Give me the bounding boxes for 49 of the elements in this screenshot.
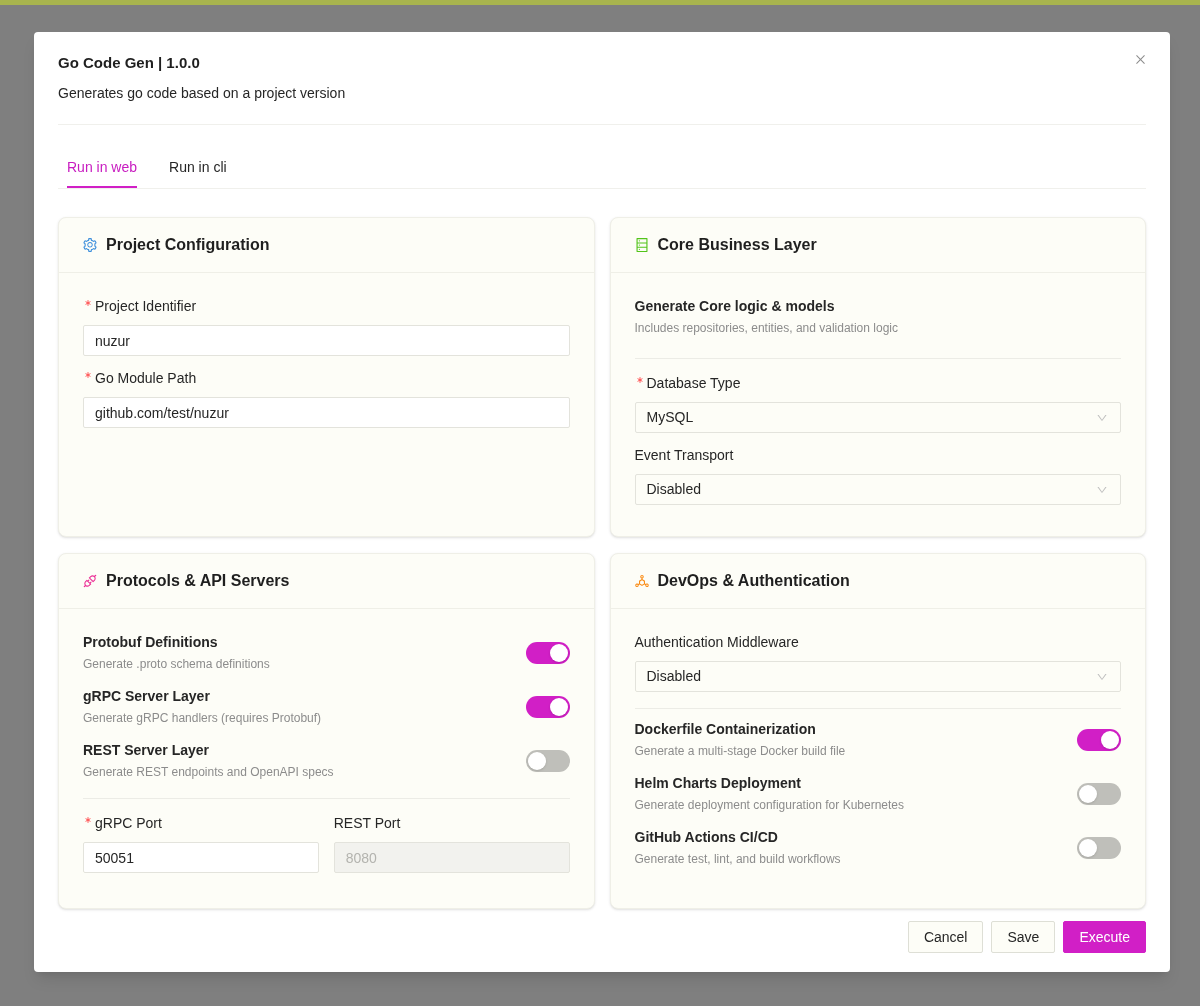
field-label: REST Port (333, 814, 401, 833)
option-title: REST Server Layer (83, 741, 210, 760)
field-label: Event Transport (634, 446, 734, 465)
text-input[interactable]: 50051 (83, 842, 319, 873)
card-title: Project Configuration (106, 235, 270, 255)
field-label: Database Type (646, 374, 741, 393)
option-description: Generate gRPC handlers (requires Protobuf) (83, 710, 322, 727)
field-label: gRPC Port (95, 814, 162, 833)
option-description: Generate deployment configuration for Kubernetes (634, 797, 904, 814)
field-label: Authentication Middleware (634, 633, 799, 652)
close-button[interactable] (1134, 53, 1147, 66)
section-description: Includes repositories, entities, and validation logic (634, 320, 898, 337)
plug-icon (82, 573, 98, 589)
gear-icon (82, 237, 98, 253)
option-title: GitHub Actions CI/CD (634, 828, 778, 847)
field-label: Go Module Path (95, 369, 197, 388)
tab[interactable]: Run in web (67, 145, 138, 188)
field-label: Project Identifier (95, 297, 197, 316)
close-icon (1134, 53, 1147, 66)
select-field[interactable]: Disabled (634, 474, 1121, 505)
text-input[interactable]: nuzur (83, 325, 570, 356)
toggle-switch[interactable] (1077, 728, 1121, 751)
secondary-button[interactable]: Cancel (907, 921, 984, 953)
option-description: Generate .proto schema definitions (83, 656, 270, 673)
toggle-switch[interactable] (525, 641, 570, 664)
toggle-switch[interactable] (525, 695, 570, 718)
tab[interactable]: Run in cli (169, 145, 227, 188)
toggle-switch[interactable] (525, 749, 570, 772)
option-description: Generate a multi-stage Docker build file (634, 743, 846, 760)
card-title: DevOps & Authentication (657, 571, 850, 591)
toggle-switch[interactable] (1077, 782, 1121, 805)
option-title: Helm Charts Deployment (634, 774, 801, 793)
select-field[interactable]: MySQL (634, 402, 1121, 433)
dialog-title: Go Code Gen | 1.0.0 (58, 53, 200, 73)
toggle-switch[interactable] (1077, 836, 1121, 859)
nodes-icon (633, 573, 650, 589)
select-field[interactable]: Disabled (634, 661, 1121, 692)
option-description: Generate test, lint, and build workflows (634, 851, 841, 868)
text-input[interactable]: github.com/test/nuzur (83, 397, 570, 428)
option-title: Protobuf Definitions (83, 633, 218, 652)
execute-button[interactable]: Execute (1063, 921, 1146, 953)
card-title: Core Business Layer (657, 235, 817, 255)
secondary-button[interactable]: Save (991, 921, 1056, 953)
section-title: Generate Core logic & models (634, 297, 835, 316)
card-title: Protocols & API Servers (106, 571, 290, 591)
option-title: Dockerfile Containerization (634, 720, 816, 739)
dialog-subtitle: Generates go code based on a project version (58, 84, 346, 103)
option-title: gRPC Server Layer (83, 687, 210, 706)
option-description: Generate REST endpoints and OpenAPI specs (83, 764, 334, 781)
